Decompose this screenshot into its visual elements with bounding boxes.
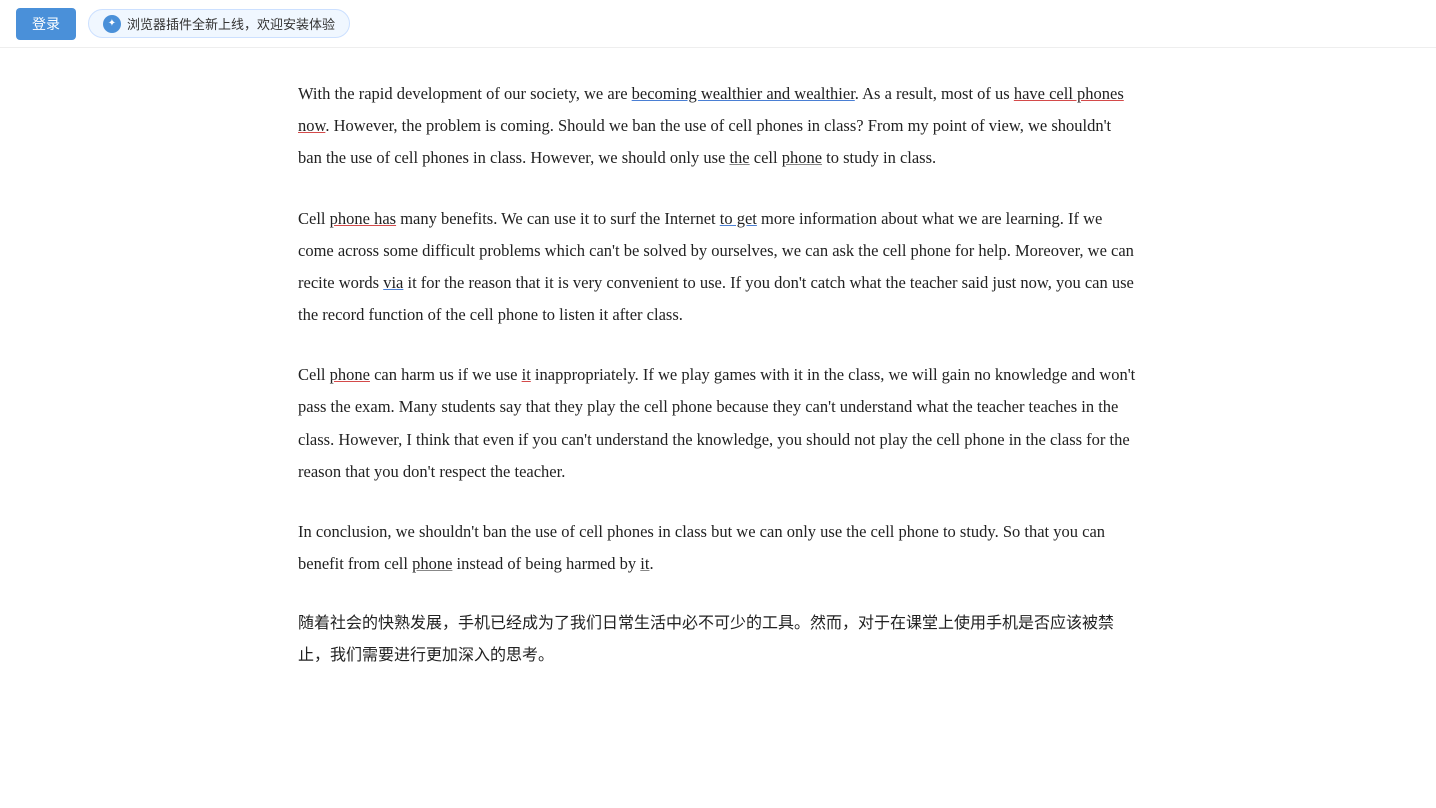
plugin-banner[interactable]: ✦ 浏览器插件全新上线，欢迎安装体验 bbox=[88, 9, 350, 38]
p3-highlight-1: phone bbox=[330, 365, 370, 384]
paragraph-4: In conclusion, we shouldn't ban the use … bbox=[298, 516, 1138, 580]
p3-highlight-2: it bbox=[522, 365, 531, 384]
plugin-icon: ✦ bbox=[103, 15, 121, 33]
plugin-text: 浏览器插件全新上线，欢迎安装体验 bbox=[127, 14, 335, 33]
p1-highlight-4: phone bbox=[782, 148, 822, 167]
p3-text-2: can harm us if we use bbox=[370, 365, 522, 384]
p2-text-4: it for the reason that it is very conven… bbox=[298, 273, 1134, 324]
p1-text-3: . However, the problem is coming. Should… bbox=[298, 116, 1111, 167]
login-button[interactable]: 登录 bbox=[16, 8, 76, 40]
p1-highlight-3: the bbox=[729, 148, 749, 167]
p3-text-1: Cell bbox=[298, 365, 330, 384]
p2-highlight-2: to get bbox=[720, 209, 757, 228]
p4-text-3: . bbox=[649, 554, 653, 573]
p1-text-1: With the rapid development of our societ… bbox=[298, 84, 632, 103]
paragraph-3: Cell phone can harm us if we use it inap… bbox=[298, 359, 1138, 488]
p4-text-2: instead of being harmed by bbox=[452, 554, 640, 573]
p4-highlight-1: phone bbox=[412, 554, 452, 573]
paragraph-2: Cell phone has many benefits. We can use… bbox=[298, 203, 1138, 332]
p2-highlight-1: phone has bbox=[330, 209, 396, 228]
paragraph-5-chinese: 随着社会的快熟发展，手机已经成为了我们日常生活中必不可少的工具。然而，对于在课堂… bbox=[298, 608, 1138, 672]
p2-highlight-3: via bbox=[383, 273, 403, 292]
paragraph-1: With the rapid development of our societ… bbox=[298, 78, 1138, 175]
p1-text-2: . As a result, most of us bbox=[855, 84, 1014, 103]
top-bar: 登录 ✦ 浏览器插件全新上线，欢迎安装体验 bbox=[0, 0, 1436, 48]
content-area: With the rapid development of our societ… bbox=[258, 48, 1178, 740]
p1-text-5: to study in class. bbox=[822, 148, 936, 167]
p2-text-2: many benefits. We can use it to surf the… bbox=[396, 209, 720, 228]
p1-highlight-1: becoming wealthier and wealthier bbox=[632, 84, 855, 103]
p1-text-4: cell bbox=[750, 148, 782, 167]
p2-text-1: Cell bbox=[298, 209, 330, 228]
